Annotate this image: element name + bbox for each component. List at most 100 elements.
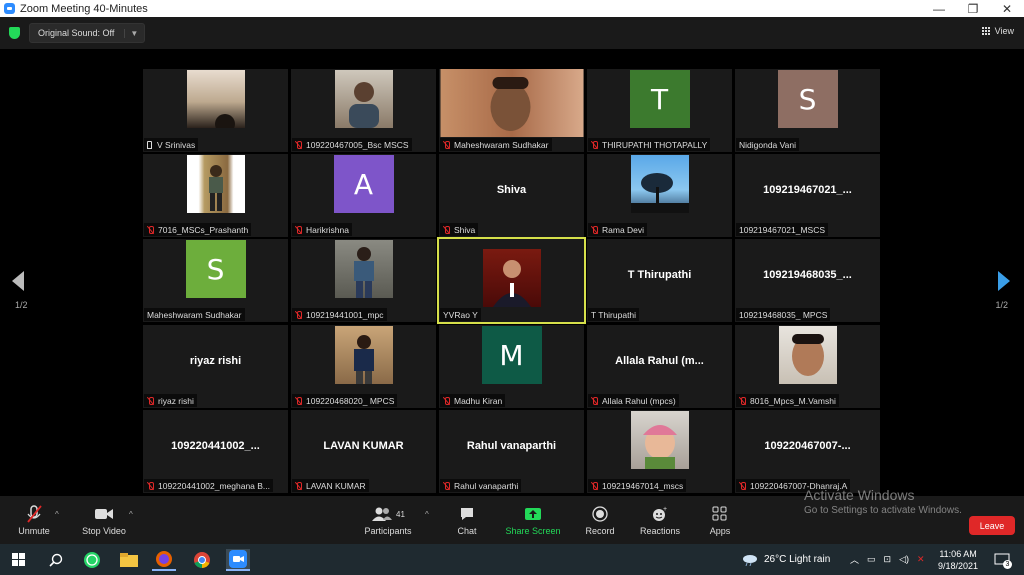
close-button[interactable]: ✕: [990, 0, 1024, 17]
video-tile[interactable]: 109220441002_... 109220441002_meghana B.…: [143, 410, 288, 493]
record-icon: [592, 506, 608, 522]
restore-button[interactable]: ❐: [956, 0, 990, 17]
video-tile[interactable]: riyaz rishi riyaz rishi: [143, 325, 288, 408]
next-page-arrow-icon[interactable]: [998, 271, 1010, 291]
video-tile[interactable]: 109219468035_... 109219468035_ MPCS: [735, 239, 880, 322]
participant-label: Madhu Kiran: [440, 394, 506, 407]
notification-icon[interactable]: 3: [990, 549, 1014, 571]
video-tile[interactable]: Rahul vanaparthi Rahul vanaparthi: [439, 410, 584, 493]
file-explorer-icon[interactable]: [117, 549, 141, 571]
chat-button[interactable]: Chat: [452, 504, 482, 536]
chat-bubble-icon: [461, 508, 473, 520]
search-icon[interactable]: [44, 549, 68, 571]
participant-label: 109220467005_Bsc MSCS: [292, 138, 412, 151]
windows-taskbar: 26°C Light rain ︿ ▭ ⊡ ◁) ✕ 11:06 AM 9/18…: [0, 544, 1024, 575]
smiley-plus-icon: +: [653, 506, 667, 521]
original-sound-button[interactable]: Original Sound: Off ▼: [29, 23, 146, 43]
video-tile[interactable]: 109219441001_mpc: [291, 239, 436, 322]
weather-widget[interactable]: 26°C Light rain: [742, 544, 830, 575]
audio-options-chevron-icon[interactable]: ^: [55, 510, 59, 519]
video-tile[interactable]: Rama Devi: [587, 154, 732, 237]
video-tile[interactable]: T THIRUPATHI THOTAPALLY: [587, 69, 732, 152]
active-speaker-tile[interactable]: YVRao Y: [437, 237, 586, 324]
participant-name-placeholder: riyaz rishi: [189, 355, 242, 367]
video-tile[interactable]: A Harikrishna: [291, 154, 436, 237]
participant-label: 109220441002_meghana B...: [144, 479, 274, 492]
unmute-button[interactable]: Unmute: [14, 504, 54, 536]
network-icon[interactable]: ⊡: [884, 554, 892, 565]
speaker-icon[interactable]: ◁): [899, 554, 909, 565]
chevron-up-icon[interactable]: ︿: [850, 553, 859, 566]
person-silhouette-icon: [490, 77, 530, 131]
participant-label: 8016_Mpcs_M.Vamshi: [736, 394, 839, 407]
video-tile[interactable]: LAVAN KUMAR LAVAN KUMAR: [291, 410, 436, 493]
child-photo-icon: [642, 425, 677, 469]
person-silhouette-icon: [214, 114, 235, 128]
video-tile[interactable]: Allala Rahul (m... Allala Rahul (mpcs): [587, 325, 732, 408]
participants-icon: [372, 507, 393, 521]
system-clock[interactable]: 11:06 AM 9/18/2021: [938, 548, 978, 572]
participant-label: 109219467014_mscs: [588, 479, 687, 492]
stop-video-button[interactable]: Stop Video: [80, 504, 128, 536]
clock-time: 11:06 AM: [939, 549, 977, 559]
video-tile[interactable]: 109220467005_Bsc MSCS: [291, 69, 436, 152]
video-tile[interactable]: 7016_MSCs_Prashanth: [143, 154, 288, 237]
participant-label: riyaz rishi: [144, 394, 197, 407]
video-tile[interactable]: 109220468020_ MPCS: [291, 325, 436, 408]
windows-start-icon[interactable]: [7, 549, 31, 571]
previous-page-arrow-icon[interactable]: [12, 271, 24, 291]
gallery-view: 1/2 1/2 V Srinivas 109220467005_Bsc MSCS…: [0, 49, 1024, 496]
whatsapp-icon[interactable]: [80, 549, 104, 571]
participant-name-placeholder: 109220467007-...: [764, 440, 851, 452]
chrome-icon[interactable]: [190, 549, 214, 571]
video-tile[interactable]: Shiva Shiva: [439, 154, 584, 237]
clock-date: 9/18/2021: [938, 561, 979, 571]
participant-label: 7016_MSCs_Prashanth: [144, 223, 252, 236]
muted-mic-icon: [443, 481, 450, 490]
apps-button[interactable]: Apps: [705, 504, 735, 536]
share-screen-button[interactable]: Share Screen: [505, 504, 561, 536]
window-controls: — ❐ ✕: [922, 0, 1024, 17]
person-silhouette-icon: [208, 165, 223, 211]
video-tile[interactable]: 109219467021_... 109219467021_MSCS: [735, 154, 880, 237]
video-tile[interactable]: Maheshwaram Sudhakar: [439, 69, 584, 152]
muted-mic-icon: [443, 225, 450, 234]
record-button[interactable]: Record: [583, 504, 617, 536]
weather-label: 26°C Light rain: [764, 554, 831, 565]
muted-mic-tray-icon[interactable]: ✕: [917, 554, 925, 565]
rain-cloud-icon: [743, 554, 757, 566]
video-tile[interactable]: T Thirupathi T Thirupathi: [587, 239, 732, 322]
video-options-chevron-icon[interactable]: ^: [129, 510, 133, 519]
video-tile[interactable]: 109219467014_mscs: [587, 410, 732, 493]
view-button[interactable]: View: [981, 26, 1014, 36]
chevron-down-icon[interactable]: ▼: [124, 28, 138, 38]
participants-button[interactable]: 41 Participants: [363, 504, 413, 536]
video-tile[interactable]: S Maheshwaram Sudhakar: [143, 239, 288, 322]
person-silhouette-icon: [353, 335, 374, 384]
muted-mic-icon: [295, 481, 302, 490]
original-sound-label: Original Sound: Off: [38, 28, 115, 38]
muted-mic-icon: [591, 140, 598, 149]
video-tile[interactable]: 8016_Mpcs_M.Vamshi: [735, 325, 880, 408]
video-tile[interactable]: V Srinivas: [143, 69, 288, 152]
battery-icon[interactable]: ▭: [867, 554, 876, 565]
leave-button[interactable]: Leave: [969, 516, 1015, 535]
participant-label: Shiva: [440, 223, 479, 236]
participant-name-placeholder: T Thirupathi: [627, 269, 692, 281]
muted-microphone-icon: [27, 505, 42, 523]
participants-options-chevron-icon[interactable]: ^: [425, 510, 429, 519]
avatar: S: [185, 240, 246, 298]
grid-icon: [981, 26, 991, 36]
participant-label: T Thirupathi: [588, 308, 640, 321]
muted-mic-icon: [147, 225, 154, 234]
zoom-taskbar-icon[interactable]: [226, 549, 250, 571]
reactions-button[interactable]: + Reactions: [638, 504, 682, 536]
video-tile[interactable]: S Nidigonda Vani: [735, 69, 880, 152]
participant-video: [482, 249, 541, 307]
muted-mic-icon: [295, 140, 302, 149]
video-tile[interactable]: 109220467007-... 109220467007-Dhanraj.A: [735, 410, 880, 493]
video-tile[interactable]: M Madhu Kiran: [439, 325, 584, 408]
minimize-button[interactable]: —: [922, 0, 956, 17]
encryption-shield-icon[interactable]: [9, 27, 20, 39]
firefox-icon[interactable]: [152, 549, 176, 571]
